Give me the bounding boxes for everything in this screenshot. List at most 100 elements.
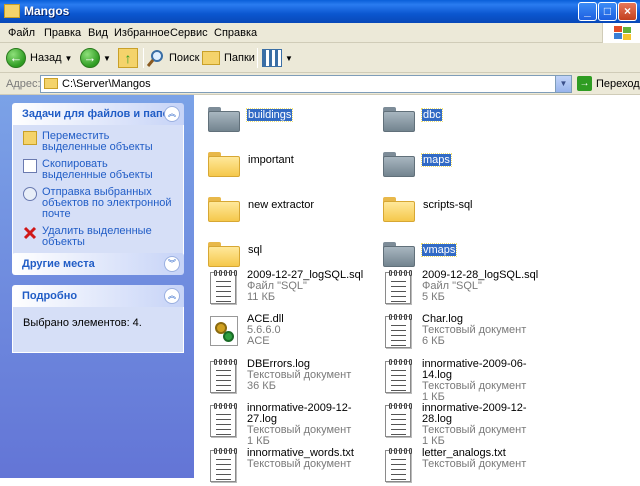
details-body: Выбрано элементов: 4. (12, 307, 184, 353)
file-meta: innormative-2009-12-28.log Текстовый доку… (422, 403, 545, 447)
notepad-document-icon (383, 270, 415, 306)
notepad-document-icon (383, 359, 415, 395)
file-size: 36 КБ (247, 380, 276, 392)
back-dropdown-icon[interactable]: ▼ (65, 54, 73, 63)
file-item[interactable]: letter_analogs.txt Текстовый документ (375, 446, 545, 486)
forward-button[interactable]: → ▼ (80, 47, 111, 69)
folder-icon (208, 142, 240, 178)
expand-chevron-icon[interactable]: ︾ (164, 256, 180, 272)
folder-icon (208, 232, 240, 268)
folder-name: sql (248, 244, 263, 256)
folder-item[interactable]: maps (375, 140, 545, 180)
file-item[interactable]: ACE.dll 5.6.6.0 ACE (200, 312, 370, 352)
title-bar: Mangos _ □ × (0, 0, 640, 23)
folders-button[interactable]: Папки (202, 47, 255, 69)
collapse-chevron-icon[interactable]: ︽ (164, 288, 180, 304)
details-title: Подробно (22, 290, 78, 302)
dll-gear-icon (208, 314, 240, 350)
forward-dropdown-icon[interactable]: ▼ (103, 54, 111, 63)
folder-item[interactable]: vmaps (375, 230, 545, 270)
file-item[interactable]: innormative_words.txt Текстовый документ (200, 446, 370, 486)
folder-item[interactable]: scripts-sql (375, 185, 545, 225)
file-meta: innormative_words.txt Текстовый документ (247, 448, 354, 470)
go-arrow-icon: → (577, 76, 592, 91)
file-size: 11 КБ (247, 291, 276, 303)
folder-name: new extractor (248, 199, 315, 211)
notepad-document-icon (208, 448, 240, 484)
views-dropdown-icon[interactable]: ▼ (285, 54, 293, 63)
folder-item[interactable]: new extractor (200, 185, 370, 225)
file-size: ACE (247, 335, 270, 347)
folder-item[interactable]: buildings (200, 95, 370, 135)
up-folder-icon: ↑ (118, 48, 138, 68)
task-email[interactable]: Отправка выбранных объектов по электронн… (23, 187, 175, 220)
file-type: Текстовый документ (247, 458, 352, 470)
folder-item[interactable]: sql (200, 230, 370, 270)
file-item[interactable]: 2009-12-28_logSQL.sql Файл "SQL" 5 КБ (375, 268, 545, 308)
folders-icon (202, 51, 220, 65)
back-button[interactable]: ← Назад ▼ (6, 47, 72, 69)
file-meta: innormative-2009-12-27.log Текстовый доку… (247, 403, 370, 447)
details-panel: Подробно ︽ Выбрано элементов: 4. (12, 285, 184, 353)
folder-item[interactable]: dbc (375, 95, 545, 135)
file-item[interactable]: DBErrors.log Текстовый документ 36 КБ (200, 357, 370, 397)
task-move[interactable]: Переместить выделенные объекты (23, 131, 175, 153)
minimize-button[interactable]: _ (578, 2, 597, 21)
task-delete-label: Удалить выделенные объекты (42, 225, 152, 248)
folder-name: dbc (421, 108, 443, 122)
file-name: innormative-2009-06-14.log (422, 358, 527, 381)
address-dropdown-icon[interactable]: ▼ (555, 76, 571, 92)
folder-icon (4, 4, 20, 18)
views-button[interactable]: ▼ (262, 47, 293, 69)
copy-icon (23, 159, 37, 173)
move-icon (23, 131, 37, 145)
details-text: Выбрано элементов: 4. (23, 317, 142, 329)
file-tasks-body: Переместить выделенные объекты Скопирова… (12, 125, 184, 263)
menu-help[interactable]: Справка (214, 27, 257, 39)
toolbar: ← Назад ▼ → ▼ ↑ Поиск Папки ▼ (0, 43, 640, 73)
go-button[interactable]: → Переход (577, 76, 640, 91)
other-places-panel: Другие места ︾ (12, 253, 184, 275)
file-item[interactable]: innormative-2009-12-28.log Текстовый доку… (375, 401, 545, 447)
folder-icon (44, 78, 58, 89)
file-item[interactable]: innormative-2009-06-14.log Текстовый доку… (375, 357, 545, 403)
menu-edit[interactable]: Правка (44, 27, 81, 39)
file-list: buildings dbc important maps new extractor sc… (194, 95, 640, 482)
task-delete[interactable]: Удалить выделенные объекты (23, 226, 175, 248)
close-button[interactable]: × (618, 2, 637, 21)
notepad-document-icon (208, 359, 240, 395)
file-meta: innormative-2009-06-14.log Текстовый доку… (422, 359, 545, 403)
folder-name: important (248, 154, 294, 166)
collapse-chevron-icon[interactable]: ︽ (164, 106, 180, 122)
other-places-title: Другие места (22, 258, 95, 270)
details-header[interactable]: Подробно ︽ (12, 285, 184, 307)
file-item[interactable]: innormative-2009-12-27.log Текстовый доку… (200, 401, 370, 447)
folder-icon (383, 142, 415, 178)
menu-view[interactable]: Вид (88, 27, 108, 39)
task-pane: Задачи для файлов и папок ︽ Переместить … (0, 95, 194, 478)
file-tasks-header[interactable]: Задачи для файлов и папок ︽ (12, 103, 184, 125)
task-copy[interactable]: Скопировать выделенные объекты (23, 159, 175, 181)
email-icon (23, 187, 37, 201)
file-item[interactable]: Char.log Текстовый документ 6 КБ (375, 312, 545, 352)
folder-icon (383, 232, 415, 268)
toolbar-separator (143, 48, 144, 68)
notepad-document-icon (383, 448, 415, 484)
maximize-button[interactable]: □ (598, 2, 617, 21)
other-places-header[interactable]: Другие места ︾ (12, 253, 184, 275)
menu-tools[interactable]: Сервис (170, 27, 208, 39)
forward-arrow-icon: → (80, 48, 100, 68)
address-input[interactable]: C:\Server\Mangos ▼ (40, 75, 572, 93)
file-meta: 2009-12-28_logSQL.sql Файл "SQL" 5 КБ (422, 270, 538, 303)
menu-file[interactable]: Файл (8, 27, 35, 39)
file-type: Текстовый документ (422, 458, 527, 470)
folder-item[interactable]: important (200, 140, 370, 180)
file-item[interactable]: 2009-12-27_logSQL.sql Файл "SQL" 11 КБ (200, 268, 370, 308)
window-title: Mangos (24, 4, 70, 18)
search-button[interactable]: Поиск (147, 47, 199, 69)
notepad-document-icon (383, 314, 415, 350)
menu-favorites[interactable]: Избранное (114, 27, 170, 39)
file-size: 6 КБ (422, 335, 445, 347)
up-folder-button[interactable]: ↑ (118, 47, 138, 69)
task-copy-label: Скопировать выделенные объекты (42, 158, 153, 181)
